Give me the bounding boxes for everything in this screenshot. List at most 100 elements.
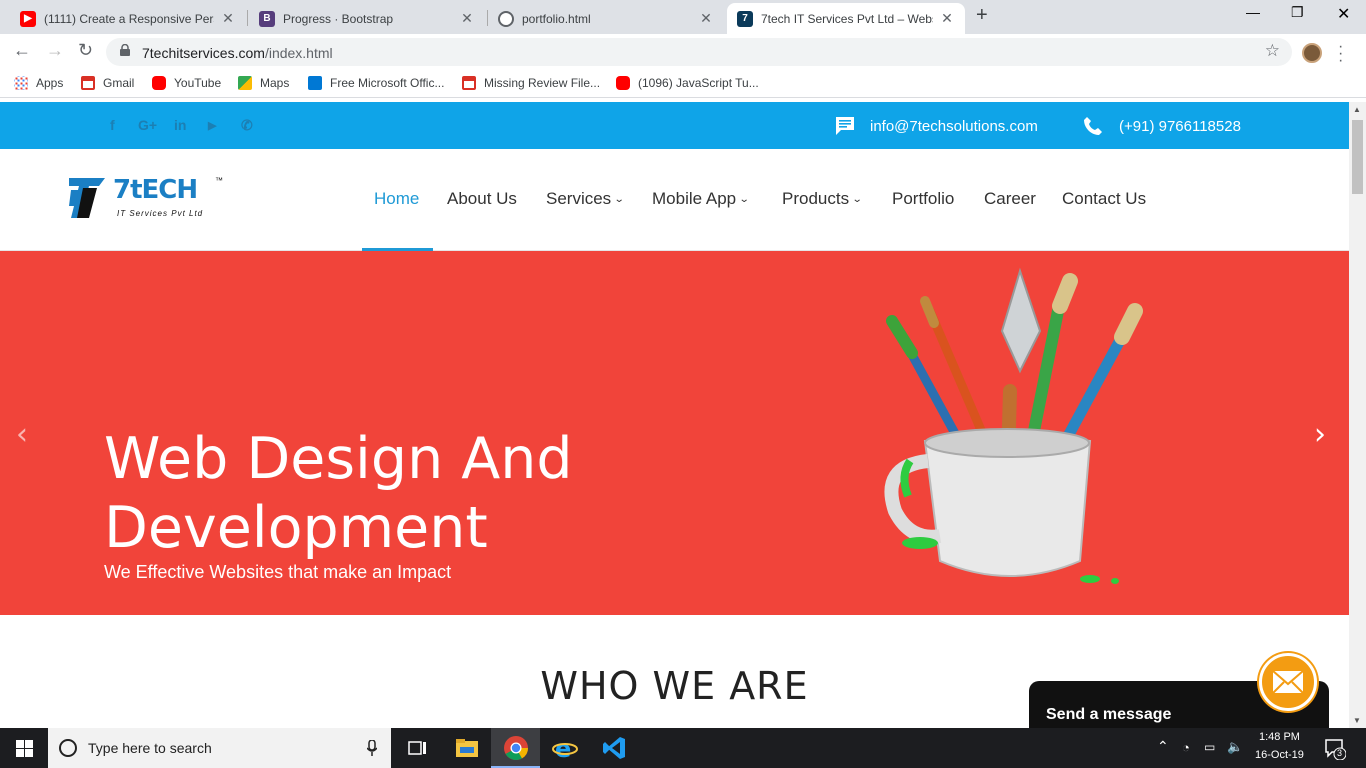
maps-icon — [238, 76, 252, 90]
browser-tab-1[interactable]: ▶ (1111) Create a Responsive Perso ✕ — [10, 3, 246, 34]
email-contact[interactable]: info@7techsolutions.com — [834, 116, 1038, 136]
file-explorer-icon[interactable] — [454, 735, 480, 761]
nav-contact-us[interactable]: Contact Us — [1062, 189, 1146, 209]
bookmark-javascript[interactable]: (1096) JavaScript Tu... — [616, 76, 759, 90]
site-logo[interactable]: 7tECH ™ IT Services Pvt Ltd — [67, 174, 227, 224]
facebook-icon[interactable]: f — [110, 117, 115, 133]
linkedin-icon[interactable]: in — [174, 117, 186, 133]
back-button[interactable]: ← — [13, 40, 31, 61]
logo-tagline: IT Services Pvt Ltd — [117, 209, 204, 218]
chrome-taskbar-button[interactable] — [491, 728, 540, 768]
address-bar[interactable]: 7techitservices.com/index.html ☆ — [106, 38, 1292, 66]
youtube-icon — [616, 76, 630, 90]
browser-tab-3[interactable]: portfolio.html ✕ — [488, 3, 724, 34]
phone-text: (+91) 9766118528 — [1119, 117, 1241, 135]
tab-title: Progress · Bootstrap — [283, 11, 394, 26]
close-tab-icon[interactable]: ✕ — [939, 10, 955, 27]
bookmark-missing-review[interactable]: Missing Review File... — [462, 76, 600, 90]
microsoft-icon — [308, 76, 322, 90]
tray-chevron-up-icon[interactable]: ⌃ — [1157, 738, 1169, 755]
logo-trademark: ™ — [215, 176, 223, 185]
email-text: info@7techsolutions.com — [870, 117, 1038, 135]
scrollbar-thumb[interactable] — [1352, 120, 1363, 194]
windows-start-icon[interactable] — [16, 740, 33, 757]
bookmark-star-icon[interactable]: ☆ — [1265, 41, 1280, 61]
slider-prev-arrow[interactable]: ‹ — [16, 417, 28, 452]
vscode-icon[interactable] — [601, 735, 627, 761]
message-icon — [836, 117, 854, 135]
battery-icon[interactable]: ▭ — [1204, 740, 1215, 754]
logo-wordmark: 7tECH — [113, 175, 198, 205]
browser-tab-2[interactable]: B Progress · Bootstrap ✕ — [249, 3, 485, 34]
notification-center-icon[interactable] — [1324, 738, 1346, 760]
nav-products[interactable]: Products ⌄ — [782, 189, 863, 209]
clock-time[interactable]: 1:48 PM — [1259, 731, 1300, 743]
google-plus-icon[interactable]: G+ — [138, 117, 157, 133]
chrome-icon — [504, 736, 528, 761]
phone-contact[interactable]: (+91) 9766118528 — [1083, 116, 1241, 136]
restore-button[interactable]: ❐ — [1291, 4, 1304, 21]
hero-title: Web Design And Development — [104, 426, 573, 561]
bookmark-gmail[interactable]: Gmail — [81, 76, 134, 90]
site-header: 7tECH ™ IT Services Pvt Ltd Home About U… — [0, 149, 1349, 251]
chat-label: Send a message — [1046, 706, 1172, 723]
nav-career[interactable]: Career — [984, 189, 1036, 209]
youtube-icon: ▶ — [20, 10, 36, 27]
svg-text:e: e — [555, 735, 571, 761]
task-view-icon[interactable] — [405, 735, 431, 761]
new-tab-button[interactable]: + — [976, 4, 988, 27]
hero-slider: ‹ Web Design And Development We Effective… — [0, 251, 1349, 615]
close-tab-icon[interactable]: ✕ — [459, 10, 475, 27]
apps-grid-icon — [14, 76, 28, 90]
cortana-icon — [59, 739, 77, 757]
chevron-down-icon: ⌄ — [738, 193, 750, 205]
lock-icon — [120, 44, 130, 56]
phone-icon — [1084, 117, 1102, 135]
nav-portfolio[interactable]: Portfolio — [892, 189, 954, 209]
tab-title: 7tech IT Services Pvt Ltd – Websi — [761, 11, 933, 26]
nav-home[interactable]: Home — [374, 189, 419, 209]
page-scrollbar[interactable]: ▲ ▼ — [1349, 102, 1366, 728]
bookmark-youtube[interactable]: YouTube — [152, 76, 221, 90]
gmail-icon — [81, 76, 95, 90]
menu-icon[interactable]: · · · — [1338, 39, 1343, 69]
microphone-icon[interactable] — [367, 740, 377, 756]
web-page: f G+ in ▶ ✆ info@7techsolutions.com (+91… — [0, 102, 1349, 728]
volume-icon[interactable]: 🔈 — [1227, 739, 1243, 755]
bookmark-maps[interactable]: Maps — [238, 76, 289, 90]
notification-count: 3 — [1337, 748, 1343, 758]
mail-envelope-icon[interactable] — [1259, 653, 1317, 711]
tab-title: (1111) Create a Responsive Perso — [44, 11, 214, 26]
bookmarks-bar: Apps Gmail YouTube Maps Free Microsoft O… — [0, 70, 1366, 98]
7tech-icon: 7 — [737, 10, 753, 27]
forward-button[interactable]: → — [46, 40, 64, 61]
tab-title: portfolio.html — [522, 11, 591, 26]
reload-button[interactable]: ↻ — [78, 40, 93, 61]
slider-next-arrow[interactable]: › — [1314, 417, 1326, 452]
bookmark-apps[interactable]: Apps — [14, 76, 63, 90]
paint-brushes-cup-image — [884, 267, 1143, 584]
internet-explorer-icon[interactable]: e — [552, 735, 578, 761]
close-tab-icon[interactable]: ✕ — [220, 10, 236, 27]
youtube-icon — [152, 76, 166, 90]
clock-date[interactable]: 16-Oct-19 — [1255, 749, 1304, 761]
bookmark-microsoft[interactable]: Free Microsoft Offic... — [308, 76, 444, 90]
close-tab-icon[interactable]: ✕ — [698, 10, 714, 27]
close-window-button[interactable]: ✕ — [1337, 4, 1350, 24]
taskbar-search-box[interactable]: Type here to search — [48, 728, 391, 768]
youtube-icon[interactable]: ▶ — [208, 119, 216, 132]
chevron-down-icon: ⌄ — [613, 193, 625, 205]
profile-avatar[interactable] — [1302, 43, 1322, 63]
bootstrap-icon: B — [259, 10, 275, 27]
nav-mobile-app[interactable]: Mobile App ⌄ — [652, 189, 750, 209]
wifi-icon[interactable]: ◔ — [1182, 740, 1190, 755]
nav-services[interactable]: Services ⌄ — [546, 189, 625, 209]
top-contact-bar: f G+ in ▶ ✆ info@7techsolutions.com (+91… — [0, 102, 1349, 149]
whatsapp-icon[interactable]: ✆ — [241, 117, 253, 134]
browser-tab-4-active[interactable]: 7 7tech IT Services Pvt Ltd – Websi ✕ — [727, 3, 965, 34]
minimize-button[interactable]: — — [1246, 4, 1260, 20]
url-text: 7techitservices.com/index.html — [142, 45, 333, 61]
nav-about-us[interactable]: About Us — [447, 189, 517, 209]
search-placeholder: Type here to search — [88, 740, 212, 756]
windows-taskbar: Type here to search e ⌃ ◔ ▭ 🔈 1:48 PM 16… — [0, 728, 1366, 768]
